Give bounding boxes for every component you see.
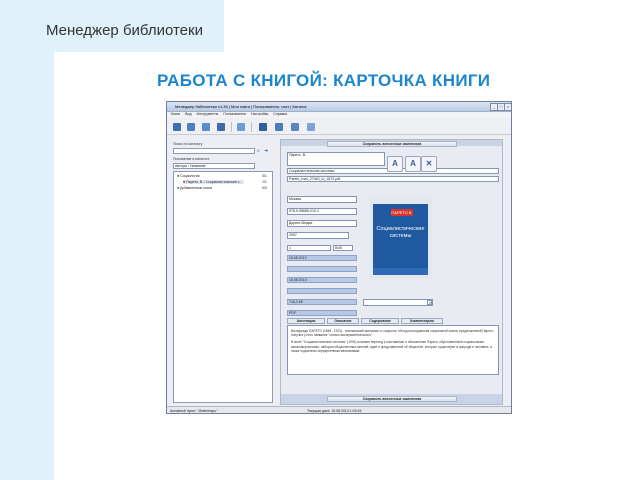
font-a-icon[interactable]: A bbox=[387, 156, 403, 172]
stack-icon[interactable] bbox=[275, 123, 283, 131]
sync-icon[interactable] bbox=[237, 123, 245, 131]
tab-description[interactable]: Описание bbox=[327, 318, 359, 324]
slide-heading: РАБОТА С КНИГОЙ: КАРТОЧКА КНИГИ bbox=[157, 71, 491, 90]
folder-icon: ■ bbox=[177, 186, 180, 190]
book-cover: ПАРЕТО В. Социалистические системы bbox=[369, 197, 432, 279]
search-label: Поиск по каталогу bbox=[173, 142, 203, 146]
date-modified-field: 15.08.2013 bbox=[287, 277, 357, 283]
tree-count: 0/0 bbox=[262, 186, 267, 190]
window-title: Менеджер библиотеки v1.39 | Мои книги | … bbox=[175, 104, 307, 109]
tree-count: 1/1 bbox=[262, 180, 267, 184]
menu-books[interactable]: Книги bbox=[171, 112, 180, 116]
publisher-field[interactable]: Директ-Медиа bbox=[287, 220, 357, 227]
folder-icon: ■ bbox=[177, 174, 180, 178]
category-select[interactable] bbox=[363, 299, 433, 306]
date-modified-bar bbox=[287, 288, 357, 294]
toolbar-separator bbox=[251, 122, 252, 132]
status-date: Текущая дата: 15.08.2013 1:09:15 bbox=[307, 409, 362, 413]
tab-comments[interactable]: Комментарии bbox=[401, 318, 443, 324]
cover-stripe bbox=[373, 268, 428, 275]
author-field[interactable]: Парето, В. bbox=[287, 152, 385, 166]
delete-icon[interactable]: ✕ bbox=[421, 156, 437, 172]
slide-title: Менеджер библиотеки bbox=[46, 22, 203, 39]
menu-users[interactable]: Пользователи bbox=[223, 112, 246, 116]
catalog-tree: ■ Социология 0/1 ■ Парето, В. / Социалис… bbox=[173, 171, 273, 403]
book-icon: ■ bbox=[183, 180, 186, 184]
background-sidebar bbox=[0, 0, 54, 480]
date-added-field: 15.08.2013 bbox=[287, 255, 357, 261]
tree-item-sociology[interactable]: ■ Социология bbox=[177, 174, 200, 178]
cover-title: Социалистические системы bbox=[376, 226, 425, 239]
tree-item-added[interactable]: ■ Добавленные книги bbox=[177, 186, 212, 190]
tree-count: 0/1 bbox=[262, 174, 267, 178]
statusbar: Активный пункт: "Инвентарь" Текущая дата… bbox=[167, 406, 511, 413]
date-added-bar bbox=[287, 266, 357, 272]
search-icon[interactable]: ⌕ bbox=[257, 148, 260, 154]
cover-image: ПАРЕТО В. Социалистические системы bbox=[373, 204, 428, 275]
menu-tools[interactable]: Инструменты bbox=[196, 112, 218, 116]
status-active-item: Активный пункт: "Инвентарь" bbox=[170, 409, 218, 413]
menu-settings[interactable]: Настройки bbox=[251, 112, 268, 116]
tab-annotation[interactable]: Аннотация bbox=[287, 318, 325, 324]
list-icon[interactable] bbox=[259, 123, 267, 131]
catalog-select[interactable]: Авторы / Название bbox=[173, 163, 255, 169]
menu-view[interactable]: Вид bbox=[185, 112, 191, 116]
menubar: Книги Вид Инструменты Пользователи Настр… bbox=[167, 112, 511, 118]
pages-field[interactable]: 1 bbox=[287, 245, 331, 251]
city-field[interactable]: Москва bbox=[287, 196, 357, 203]
cover-author-badge: ПАРЕТО В. bbox=[391, 209, 413, 216]
font-a-large-icon[interactable]: A bbox=[405, 156, 421, 172]
save-changes-bottom-button[interactable]: Сохранить внесенные изменения bbox=[327, 396, 457, 402]
menu-help[interactable]: Справка bbox=[273, 112, 287, 116]
users-icon[interactable] bbox=[217, 123, 225, 131]
toolbar-separator bbox=[231, 122, 232, 132]
isbn-field[interactable]: 978-5-98685-019-1 bbox=[287, 208, 357, 215]
print-icon[interactable] bbox=[202, 123, 210, 131]
search-icon[interactable] bbox=[307, 123, 315, 131]
save-icon[interactable] bbox=[291, 123, 299, 131]
toolbar bbox=[167, 120, 511, 135]
go-arrow-icon[interactable]: ➜ bbox=[264, 148, 268, 154]
close-button[interactable]: × bbox=[504, 103, 511, 111]
save-changes-top-button[interactable]: Сохранить внесенные изменения bbox=[327, 141, 457, 147]
description-text[interactable]: Вильфредо ПАРЕТО (1848 - 1923) - итальян… bbox=[287, 325, 499, 375]
file-field[interactable]: Pareto_Ivan_27440_to_1870.pdf bbox=[287, 176, 499, 182]
pages-unit-select[interactable]: 8/45 bbox=[333, 245, 353, 251]
size-field: 716,2 Кб bbox=[287, 299, 357, 305]
book-icon[interactable] bbox=[187, 123, 195, 131]
catalog-pane: Поиск по каталогу ⌕ ➜ Положение в катало… bbox=[170, 139, 274, 405]
nav-label: Положение в каталоге bbox=[173, 157, 210, 161]
background-curve bbox=[54, 52, 94, 92]
chevron-down-icon[interactable]: ▾ bbox=[427, 300, 432, 305]
window-titlebar: Менеджер библиотеки v1.39 | Мои книги | … bbox=[167, 102, 511, 112]
year-field[interactable]: 2007 bbox=[287, 232, 349, 239]
tab-contents[interactable]: Содержание bbox=[361, 318, 399, 324]
tree-item-book[interactable]: ■ Парето, В. / Социалистические с... bbox=[183, 180, 245, 184]
format-field: PDF bbox=[287, 310, 357, 316]
search-input[interactable] bbox=[173, 148, 255, 154]
open-book-icon[interactable] bbox=[173, 123, 181, 131]
app-window: Менеджер библиотеки v1.39 | Мои книги | … bbox=[166, 101, 512, 414]
